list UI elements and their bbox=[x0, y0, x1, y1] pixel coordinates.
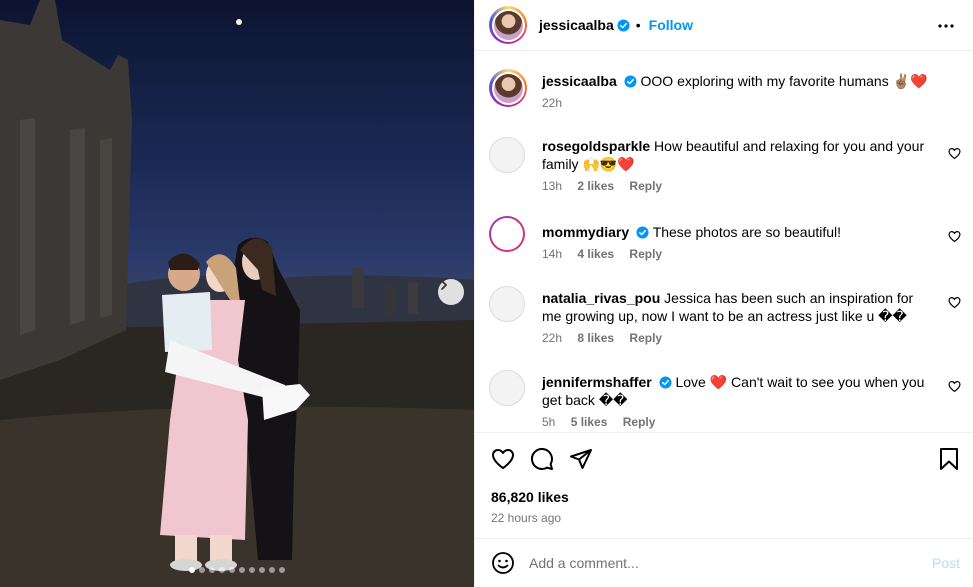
carousel-next-button[interactable] bbox=[438, 279, 464, 305]
carousel-dot bbox=[219, 567, 225, 573]
carousel-dot bbox=[259, 567, 265, 573]
author-username[interactable]: jessicaalba bbox=[539, 17, 614, 33]
comment-username[interactable]: rosegoldsparkle bbox=[542, 138, 650, 154]
carousel-dot bbox=[269, 567, 275, 573]
heart-icon[interactable] bbox=[948, 147, 961, 160]
more-icon[interactable] bbox=[937, 17, 955, 35]
avatar[interactable] bbox=[489, 370, 525, 406]
post-header: jessicaalba • Follow bbox=[475, 0, 973, 51]
carousel-dot bbox=[199, 567, 205, 573]
carousel-dot bbox=[189, 567, 195, 573]
caption-time: 22h bbox=[542, 96, 563, 110]
comment-time: 14h bbox=[542, 247, 563, 261]
comment-icon[interactable] bbox=[530, 447, 554, 471]
verified-icon bbox=[636, 226, 649, 239]
verified-icon bbox=[624, 75, 637, 88]
post-photo[interactable] bbox=[0, 0, 474, 587]
photo-scene bbox=[0, 0, 474, 587]
avatar[interactable] bbox=[489, 6, 527, 44]
carousel-dot bbox=[279, 567, 285, 573]
comment-time: 22h bbox=[542, 331, 563, 345]
comments-list[interactable]: jessicaalba OOO exploring with my favori… bbox=[475, 52, 973, 432]
comment-text: These photos are so beautiful! bbox=[652, 224, 842, 240]
follow-button[interactable]: Follow bbox=[649, 17, 693, 33]
comment-time: 5h bbox=[542, 415, 556, 429]
reply-button[interactable]: Reply bbox=[629, 331, 662, 345]
verified-icon bbox=[659, 376, 672, 389]
reply-button[interactable]: Reply bbox=[623, 415, 656, 429]
avatar[interactable] bbox=[489, 286, 525, 322]
reply-button[interactable]: Reply bbox=[629, 179, 662, 193]
caption-username[interactable]: jessicaalba bbox=[542, 73, 617, 89]
comment-username[interactable]: natalia_rivas_pou bbox=[542, 290, 660, 306]
heart-icon[interactable] bbox=[491, 447, 515, 471]
bookmark-icon[interactable] bbox=[938, 447, 960, 471]
heart-icon[interactable] bbox=[948, 380, 961, 393]
caption-avatar[interactable] bbox=[489, 69, 527, 107]
post-comment-button[interactable]: Post bbox=[932, 555, 960, 571]
reply-button[interactable]: Reply bbox=[629, 247, 662, 261]
comment-username[interactable]: mommydiary bbox=[542, 224, 629, 240]
post-actions: 86,820 likes 22 hours ago bbox=[475, 432, 973, 537]
carousel-dot bbox=[209, 567, 215, 573]
likes-count[interactable]: 86,820 likes bbox=[491, 489, 569, 505]
add-comment-bar: Post bbox=[475, 538, 973, 587]
heart-icon[interactable] bbox=[948, 230, 961, 243]
caption-text: OOO exploring with my favorite humans ✌🏽… bbox=[640, 73, 928, 89]
comment-time: 13h bbox=[542, 179, 563, 193]
carousel-dot bbox=[229, 567, 235, 573]
comment-likes[interactable]: 4 likes bbox=[577, 247, 614, 261]
carousel-dots bbox=[0, 567, 474, 573]
comment-likes[interactable]: 8 likes bbox=[577, 331, 614, 345]
emoji-icon[interactable] bbox=[491, 551, 515, 575]
verified-icon bbox=[617, 18, 630, 32]
post-time: 22 hours ago bbox=[491, 511, 562, 525]
carousel-dot bbox=[249, 567, 255, 573]
separator-dot: • bbox=[635, 17, 641, 33]
heart-icon[interactable] bbox=[948, 296, 961, 309]
comment-input[interactable] bbox=[529, 555, 909, 571]
comment-username[interactable]: jennifermshaffer bbox=[542, 374, 652, 390]
comment-likes[interactable]: 5 likes bbox=[571, 415, 608, 429]
chevron-right-icon bbox=[441, 280, 447, 290]
avatar[interactable] bbox=[489, 216, 525, 252]
carousel-dot bbox=[239, 567, 245, 573]
comment-likes[interactable]: 2 likes bbox=[577, 179, 614, 193]
share-icon[interactable] bbox=[569, 447, 593, 471]
post-detail-panel: jessicaalba • Follow jessicaalba OOO exp… bbox=[474, 0, 973, 587]
avatar[interactable] bbox=[489, 137, 525, 173]
